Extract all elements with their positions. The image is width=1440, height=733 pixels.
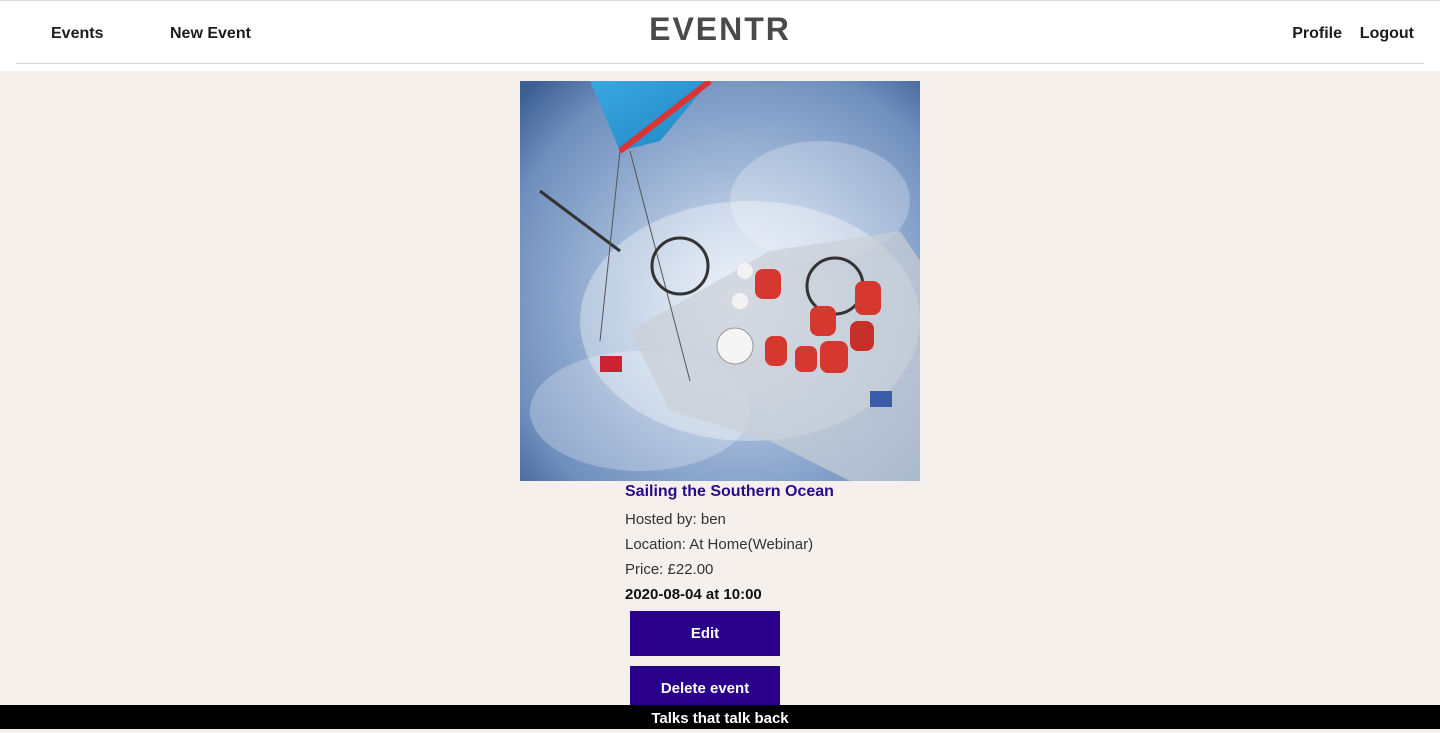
event-title[interactable]: Sailing the Southern Ocean <box>625 482 945 502</box>
event-details: Sailing the Southern Ocean Hosted by: be… <box>625 482 945 607</box>
brand-logo[interactable]: EVENTR <box>16 11 1424 48</box>
event-datetime: 2020-08-04 at 10:00 <box>625 586 762 603</box>
top-navbar: Events New Event EVENTR Profile Logout <box>0 0 1440 71</box>
event-image <box>520 81 920 481</box>
event-price: Price: £22.00 <box>625 561 714 578</box>
navbar-inner: Events New Event EVENTR Profile Logout <box>16 1 1424 64</box>
nav-profile-link[interactable]: Profile <box>1292 25 1342 43</box>
nav-logout-link[interactable]: Logout <box>1360 25 1414 43</box>
event-host: Hosted by: ben <box>625 511 726 528</box>
edit-button[interactable]: Edit <box>630 611 780 656</box>
event-location: Location: At Home(Webinar) <box>625 536 814 553</box>
footer-tagline: Talks that talk back <box>651 710 789 727</box>
footer: Talks that talk back <box>0 705 1440 729</box>
event-photo <box>520 81 920 481</box>
